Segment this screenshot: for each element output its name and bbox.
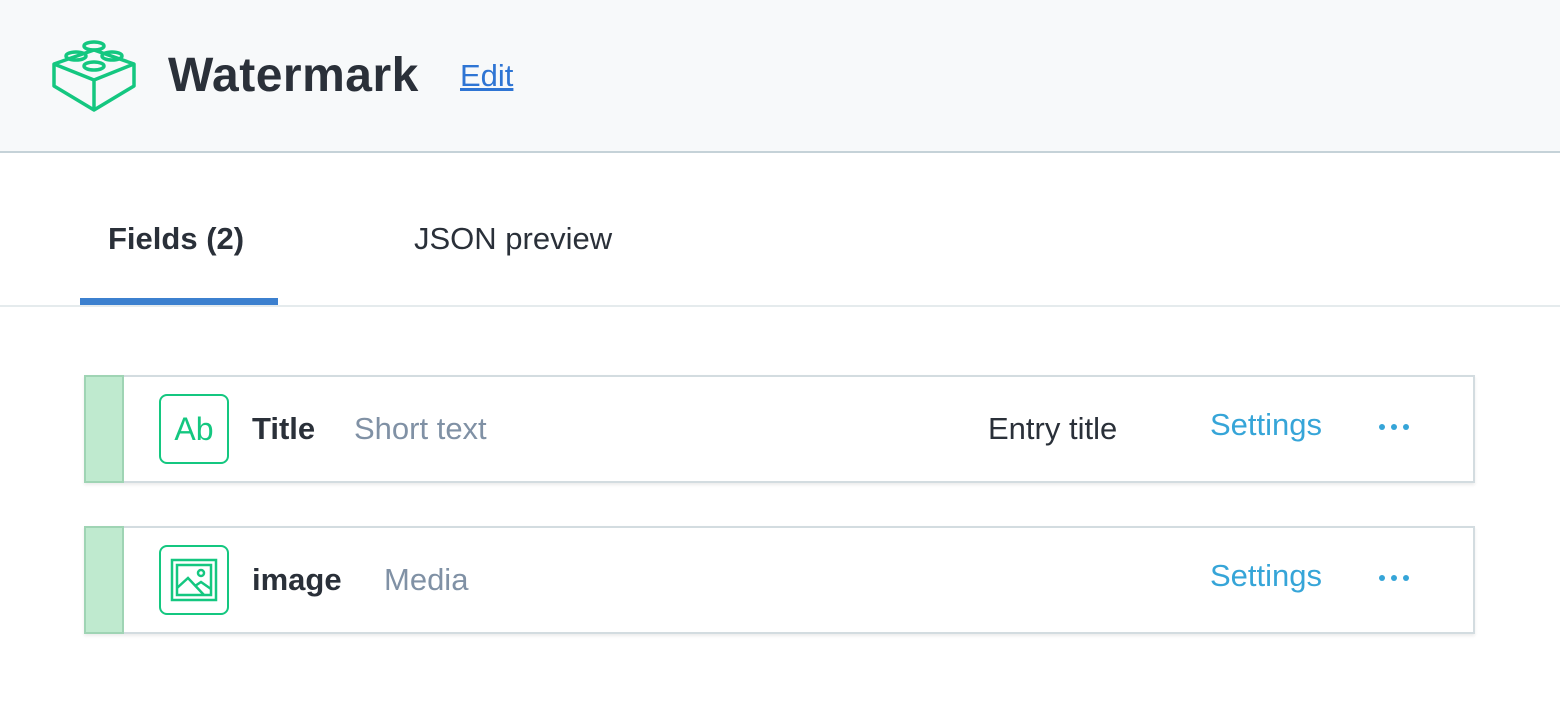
field-row-image[interactable]: image Media Settings [84,526,1475,634]
drag-handle[interactable] [84,526,124,634]
lego-block-icon [52,40,136,112]
settings-link[interactable]: Settings [1210,556,1322,596]
more-icon[interactable] [1370,558,1418,598]
tab-json-preview[interactable]: JSON preview [414,219,612,259]
image-icon [159,545,229,615]
drag-handle[interactable] [84,375,124,483]
tab-bar: Fields (2) JSON preview [0,155,1560,307]
edit-link[interactable]: Edit [460,56,513,96]
text-ab-icon-label: Ab [174,410,214,447]
active-tab-indicator [80,298,278,305]
entry-title-badge: Entry title [988,411,1118,446]
field-row-title[interactable]: Ab Title Short text Entry title Settings [84,375,1475,483]
header: Watermark Edit [0,0,1560,153]
more-icon[interactable] [1370,407,1418,447]
field-name: Title [252,411,316,446]
tab-fields[interactable]: Fields (2) [108,219,244,259]
field-type: Media [384,562,469,597]
text-ab-icon: Ab [159,394,229,464]
page-title: Watermark [168,49,419,102]
settings-link[interactable]: Settings [1210,405,1322,445]
field-name: image [252,562,342,597]
field-type: Short text [354,411,487,446]
